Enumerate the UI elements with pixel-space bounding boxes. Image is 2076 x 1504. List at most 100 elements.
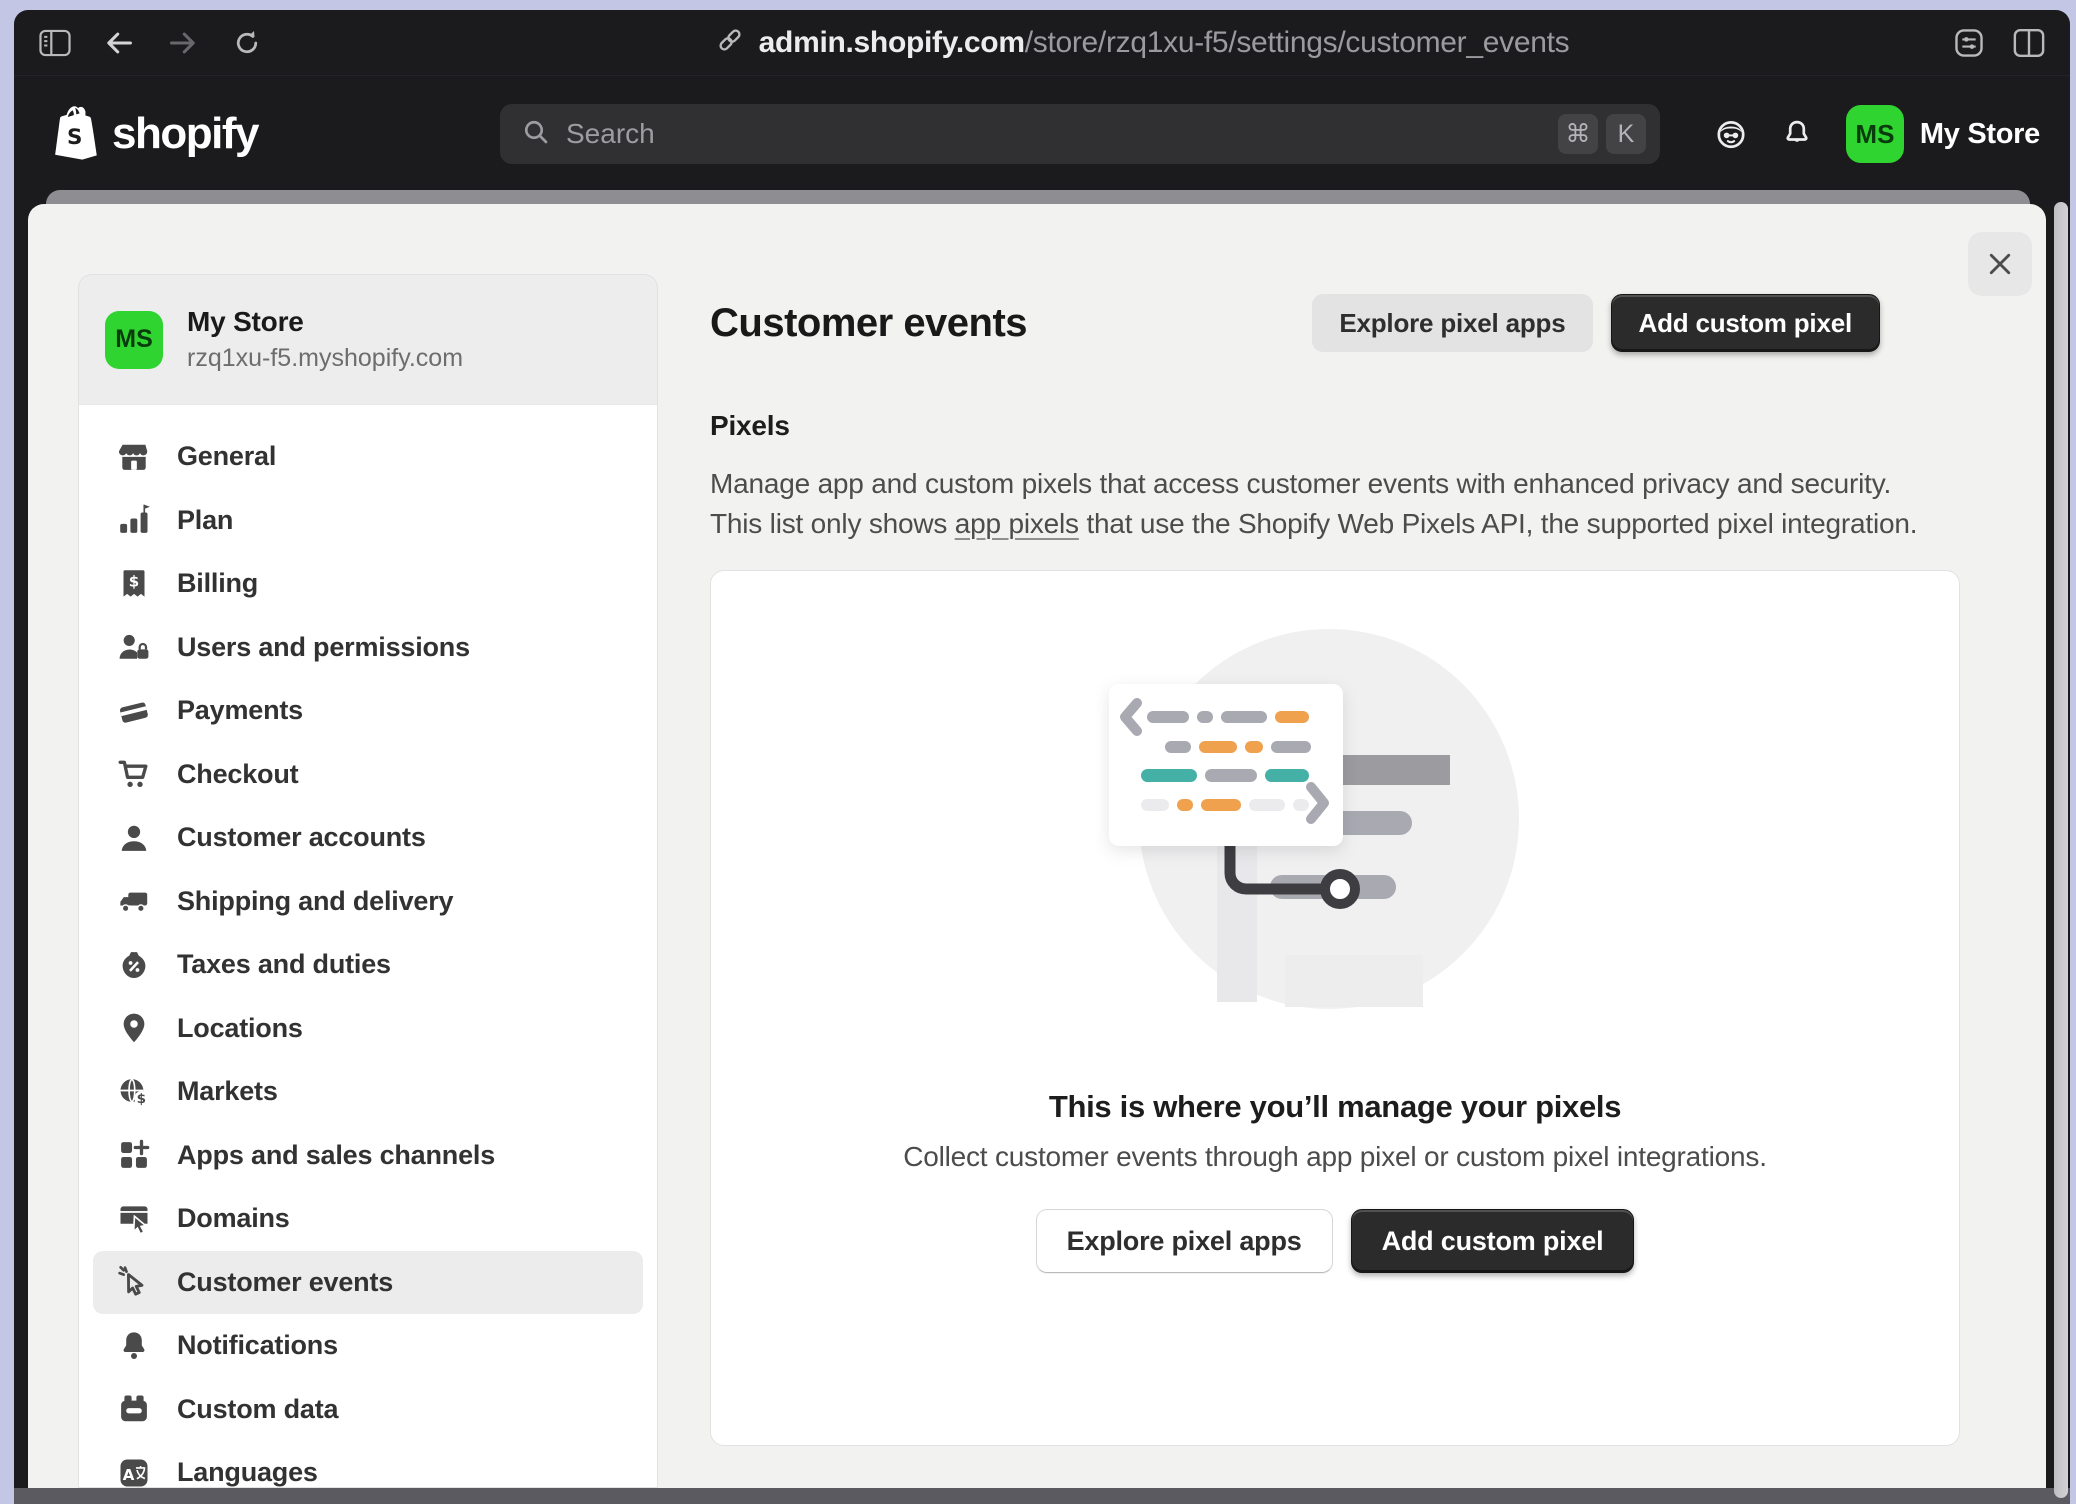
customer-accounts-icon bbox=[115, 819, 153, 857]
payments-icon bbox=[115, 692, 153, 730]
sidebar-item-label: Plan bbox=[177, 505, 233, 536]
sidebar-item-markets[interactable]: $Markets bbox=[93, 1060, 643, 1124]
explore-pixel-apps-button[interactable]: Explore pixel apps bbox=[1312, 294, 1592, 352]
sidebar-item-label: Apps and sales channels bbox=[177, 1140, 495, 1171]
add-custom-pixel-button[interactable]: Add custom pixel bbox=[1611, 294, 1881, 352]
settings-sidebar: MS My Store rzq1xu-f5.myshopify.com Gene… bbox=[78, 274, 658, 1488]
sidebar-item-label: Notifications bbox=[177, 1330, 338, 1361]
sidebar-item-shipping-and-delivery[interactable]: Shipping and delivery bbox=[93, 870, 643, 934]
sidebar-item-label: Payments bbox=[177, 695, 303, 726]
link-icon bbox=[715, 25, 745, 60]
search-icon bbox=[520, 116, 552, 153]
split-view-icon[interactable] bbox=[2012, 26, 2046, 60]
cmd-key-badge: ⌘ bbox=[1558, 114, 1598, 154]
sidebar-item-customer-accounts[interactable]: Customer accounts bbox=[93, 806, 643, 870]
empty-explore-pixel-apps-button[interactable]: Explore pixel apps bbox=[1036, 1209, 1333, 1273]
page-scrollbar[interactable] bbox=[2054, 202, 2068, 1498]
pixels-section-title: Pixels bbox=[710, 410, 1960, 442]
sidebar-item-billing[interactable]: $ Billing bbox=[93, 552, 643, 616]
svg-text:S: S bbox=[67, 125, 82, 150]
close-button[interactable] bbox=[1968, 232, 2032, 296]
store-domain: rzq1xu-f5.myshopify.com bbox=[187, 344, 463, 373]
sidebar-item-users-and-permissions[interactable]: Users and permissions bbox=[93, 616, 643, 680]
address-bar[interactable]: admin.shopify.com/store/rzq1xu-f5/settin… bbox=[398, 25, 1886, 60]
sidebar-item-apps-and-sales-channels[interactable]: Apps and sales channels bbox=[93, 1124, 643, 1188]
sidebar-item-locations[interactable]: Locations bbox=[93, 997, 643, 1061]
apps-grid-icon bbox=[115, 1136, 153, 1174]
description-pre-link: This list only shows bbox=[710, 508, 955, 539]
shopify-topbar: S shopify Search ⌘ K MS My Store bbox=[14, 76, 2070, 192]
browser-window: admin.shopify.com/store/rzq1xu-f5/settin… bbox=[14, 10, 2070, 1504]
sidebar-item-payments[interactable]: Payments bbox=[93, 679, 643, 743]
account-avatar: MS bbox=[1846, 105, 1904, 163]
taxes-icon bbox=[115, 946, 153, 984]
markets-globe-icon: $ bbox=[115, 1073, 153, 1111]
sidebar-toggle-icon[interactable] bbox=[38, 26, 72, 60]
pixels-empty-state-card: This is where you’ll manage your pixels … bbox=[710, 570, 1960, 1446]
store-card: MS My Store rzq1xu-f5.myshopify.com bbox=[78, 274, 658, 404]
reload-icon[interactable] bbox=[230, 26, 264, 60]
svg-text:$: $ bbox=[129, 572, 139, 590]
svg-text:$: $ bbox=[137, 1091, 146, 1107]
languages-icon: A bbox=[115, 1454, 153, 1488]
shopify-logo[interactable]: S shopify bbox=[50, 76, 258, 192]
sidekick-icon[interactable] bbox=[1714, 117, 1748, 151]
bell-icon bbox=[115, 1327, 153, 1365]
search-input[interactable]: Search ⌘ K bbox=[500, 104, 1660, 164]
plan-icon bbox=[115, 501, 153, 539]
sidebar-item-general[interactable]: General bbox=[93, 425, 643, 489]
search-placeholder: Search bbox=[566, 118, 1550, 150]
custom-data-icon bbox=[115, 1390, 153, 1428]
svg-text:A: A bbox=[123, 1466, 135, 1484]
sidebar-item-label: Customer accounts bbox=[177, 822, 426, 853]
shopify-bag-icon: S bbox=[50, 105, 102, 163]
sidebar-item-languages[interactable]: A Languages bbox=[93, 1441, 643, 1488]
users-permissions-icon bbox=[115, 628, 153, 666]
url-text: admin.shopify.com/store/rzq1xu-f5/settin… bbox=[759, 26, 1570, 60]
sidebar-item-label: Languages bbox=[177, 1457, 318, 1488]
store-name: My Store bbox=[187, 306, 463, 338]
url-path: /store/rzq1xu-f5/settings/customer_event… bbox=[1025, 26, 1570, 59]
sidebar-item-domains[interactable]: Domains bbox=[93, 1187, 643, 1251]
location-pin-icon bbox=[115, 1009, 153, 1047]
settings-nav: General Plan $ Billing Users and permissions… bbox=[78, 404, 658, 1488]
sidebar-item-plan[interactable]: Plan bbox=[93, 489, 643, 553]
sidebar-item-label: General bbox=[177, 441, 276, 472]
forward-icon[interactable] bbox=[166, 26, 200, 60]
sidebar-item-custom-data[interactable]: Custom data bbox=[93, 1378, 643, 1442]
description-post-link: that use the Shopify Web Pixels API, the… bbox=[1079, 508, 1917, 539]
customer-events-icon bbox=[115, 1263, 153, 1301]
empty-add-custom-pixel-button[interactable]: Add custom pixel bbox=[1351, 1209, 1635, 1273]
page-title: Customer events bbox=[710, 301, 1027, 346]
app-pixels-link[interactable]: app pixels bbox=[955, 508, 1079, 539]
k-key-badge: K bbox=[1606, 114, 1646, 154]
shipping-truck-icon bbox=[115, 882, 153, 920]
domains-icon bbox=[115, 1200, 153, 1238]
empty-state-subtitle: Collect customer events through app pixe… bbox=[903, 1141, 1767, 1173]
sidebar-item-label: Domains bbox=[177, 1203, 290, 1234]
account-store-name: My Store bbox=[1920, 118, 2040, 151]
sidebar-item-checkout[interactable]: Checkout bbox=[93, 743, 643, 807]
sidebar-item-label: Taxes and duties bbox=[177, 949, 391, 980]
store-avatar: MS bbox=[105, 311, 163, 369]
sidebar-item-notifications[interactable]: Notifications bbox=[93, 1314, 643, 1378]
description-line1: Manage app and custom pixels that access… bbox=[710, 468, 1891, 499]
window-bottom-edge bbox=[14, 1488, 2070, 1504]
back-icon[interactable] bbox=[102, 26, 136, 60]
sidebar-item-label: Billing bbox=[177, 568, 258, 599]
pixels-description: Manage app and custom pixels that access… bbox=[710, 464, 1960, 544]
sidebar-item-label: Custom data bbox=[177, 1394, 338, 1425]
sidebar-item-customer-events[interactable]: Customer events bbox=[93, 1251, 643, 1315]
browser-settings-icon[interactable] bbox=[1952, 26, 1986, 60]
shopify-wordmark: shopify bbox=[112, 109, 258, 159]
sidebar-item-label: Locations bbox=[177, 1013, 303, 1044]
checkout-cart-icon bbox=[115, 755, 153, 793]
account-menu[interactable]: MS My Store bbox=[1846, 105, 2040, 163]
notifications-bell-icon[interactable] bbox=[1780, 117, 1814, 151]
settings-main: Customer events Explore pixel apps Add c… bbox=[710, 274, 1960, 1488]
sidebar-item-label: Checkout bbox=[177, 759, 298, 790]
store-icon bbox=[115, 438, 153, 476]
sidebar-item-taxes-and-duties[interactable]: Taxes and duties bbox=[93, 933, 643, 997]
sidebar-item-label: Users and permissions bbox=[177, 632, 470, 663]
pixels-illustration bbox=[1095, 627, 1575, 1067]
